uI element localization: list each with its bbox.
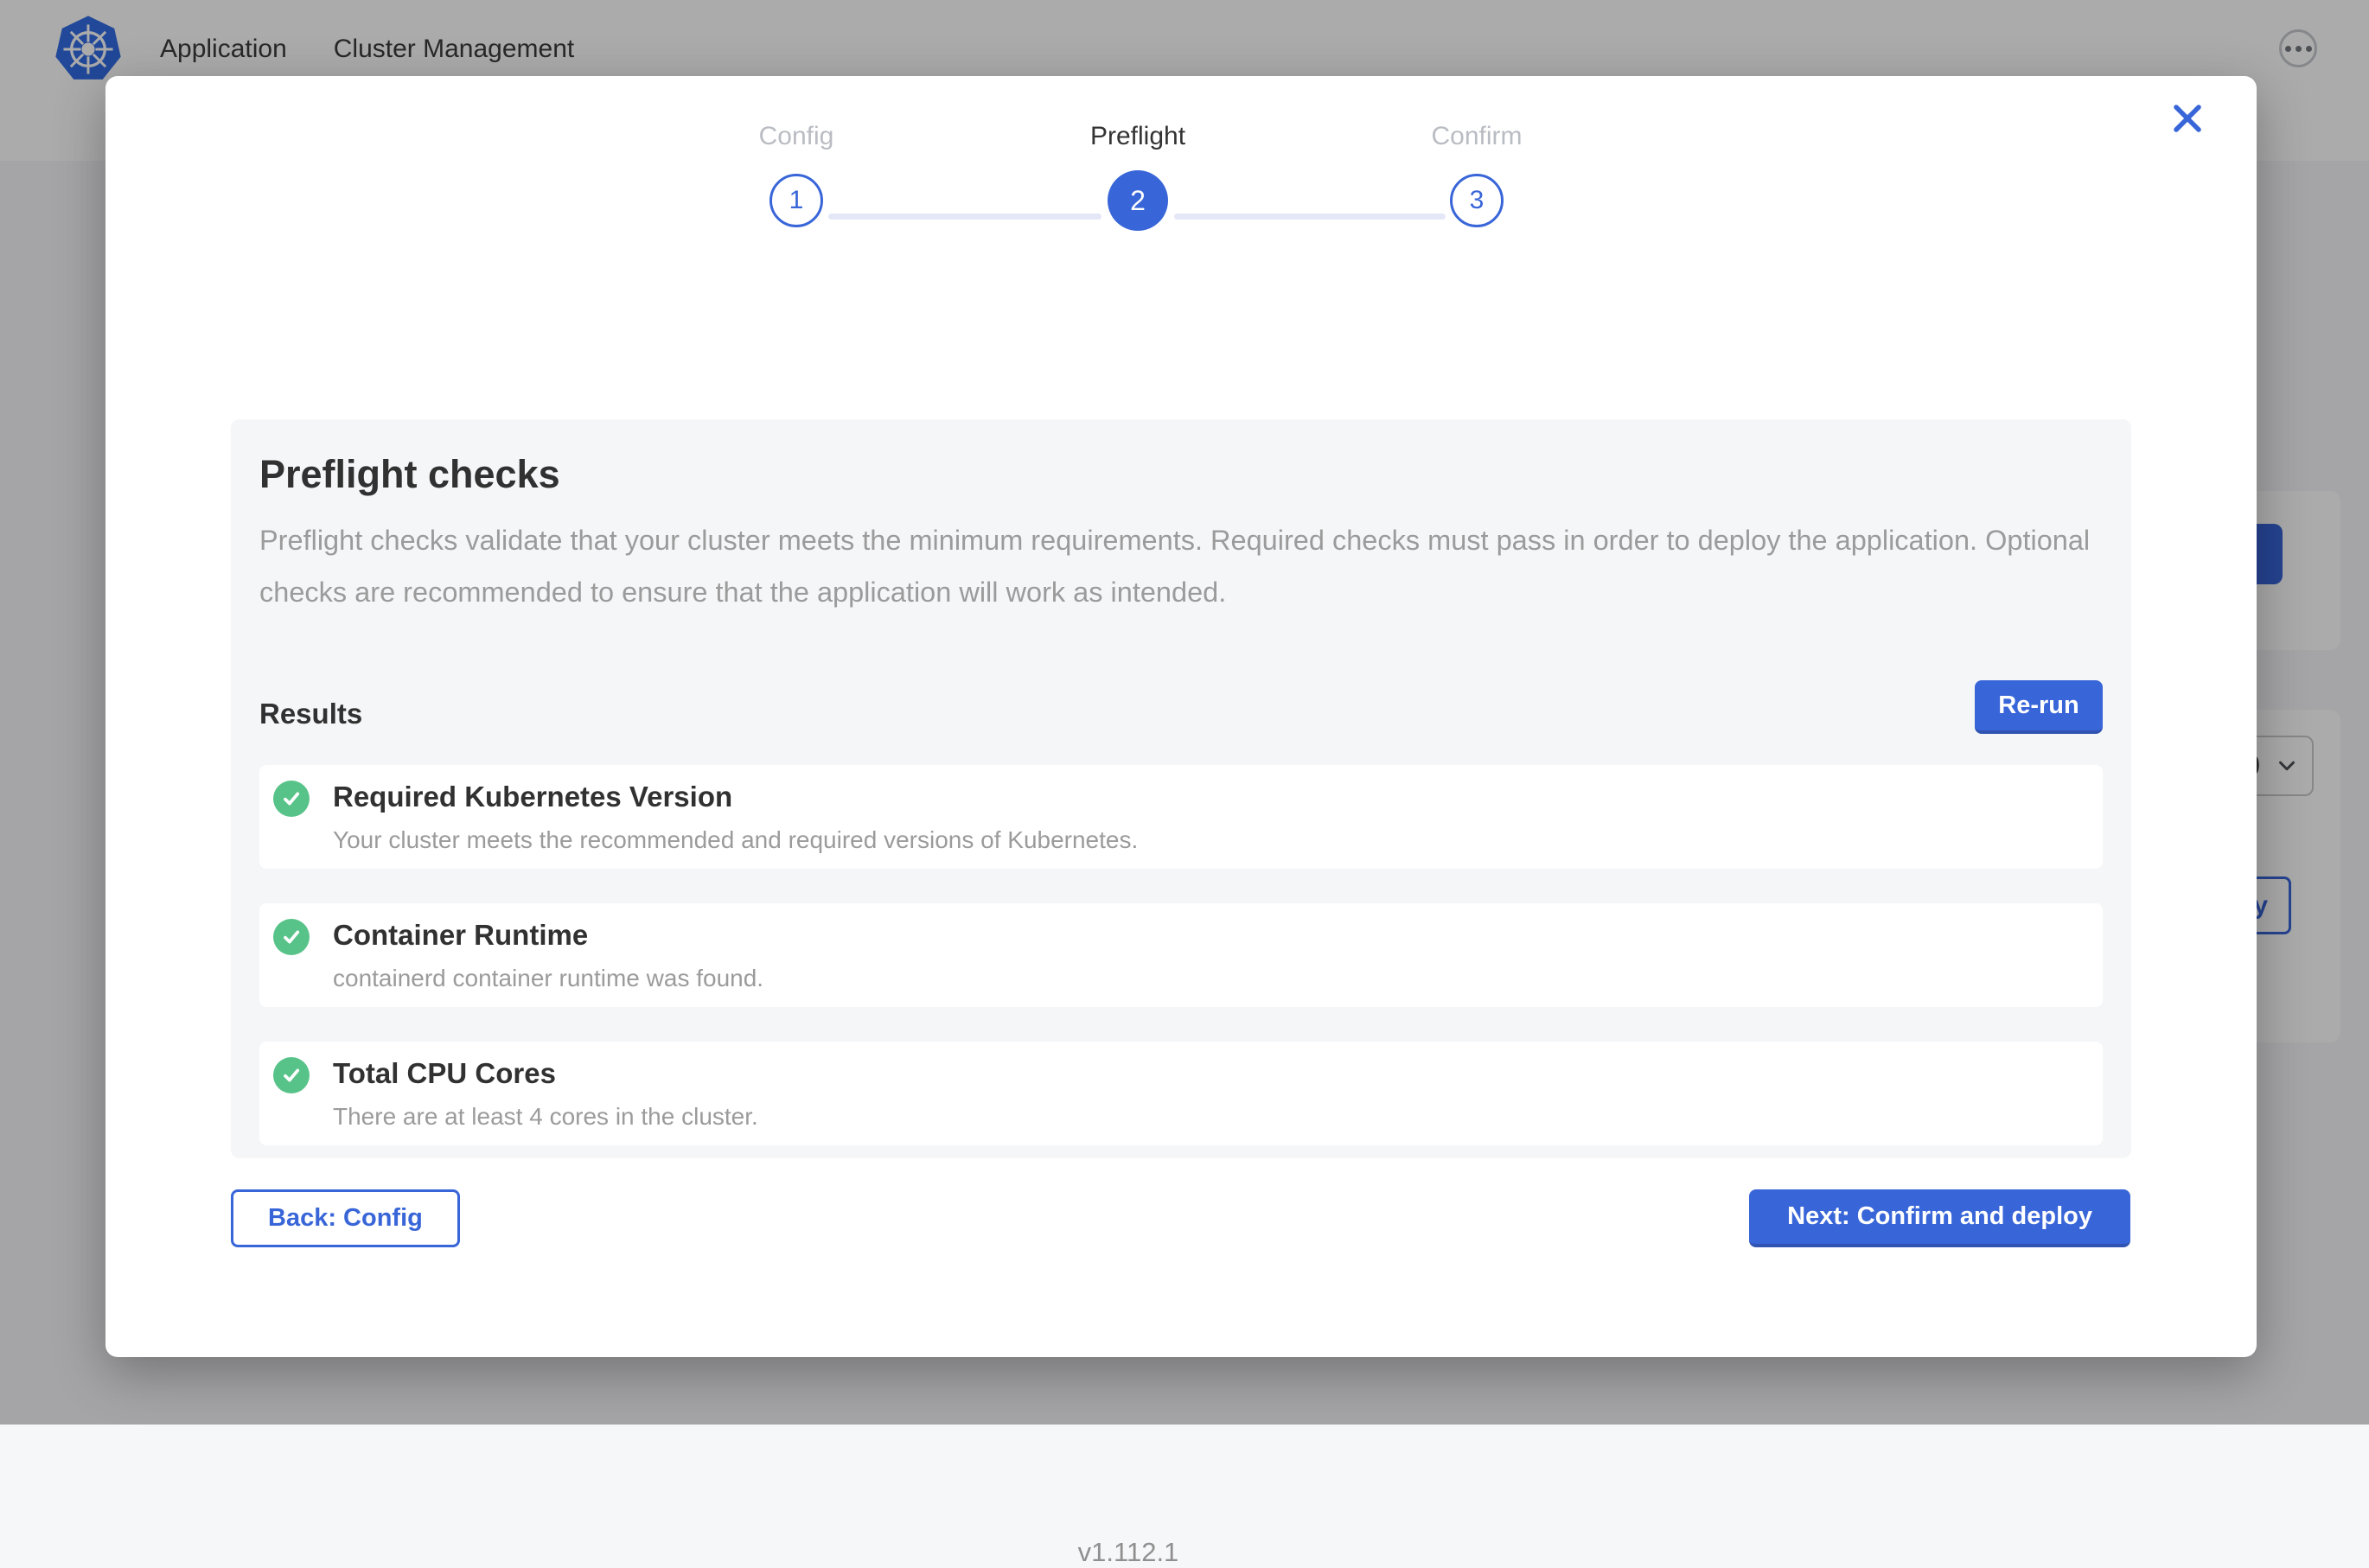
back-config-button[interactable]: Back: Config (231, 1189, 460, 1247)
step-label: Confirm (1347, 122, 1606, 162)
next-confirm-deploy-button[interactable]: Next: Confirm and deploy (1749, 1189, 2130, 1247)
results-header-row: Results Re-run (259, 680, 2103, 734)
check-title: Required Kubernetes Version (333, 779, 1138, 815)
close-icon[interactable] (2168, 99, 2207, 138)
check-passed-icon (273, 781, 310, 817)
preflight-panel: Preflight checks Preflight checks valida… (231, 419, 2131, 1158)
check-message: Your cluster meets the recommended and r… (333, 826, 1138, 854)
stepper-step-preflight[interactable]: Preflight 2 (1008, 122, 1268, 231)
step-label: Config (667, 122, 926, 162)
step-label: Preflight (1008, 122, 1268, 162)
preflight-description: Preflight checks validate that your clus… (259, 514, 2103, 618)
check-results-list: Required Kubernetes Version Your cluster… (259, 765, 2103, 1145)
check-title: Container Runtime (333, 917, 763, 953)
check-passed-icon (273, 1057, 310, 1093)
app-version-text: v1.112.1 (0, 1537, 2257, 1568)
step-number-circle: 3 (1450, 174, 1504, 227)
rerun-button[interactable]: Re-run (1975, 680, 2103, 734)
check-passed-icon (273, 919, 310, 955)
results-label: Results (259, 698, 362, 734)
check-message: containerd container runtime was found. (333, 965, 763, 992)
step-number-circle: 2 (1108, 170, 1168, 231)
check-result-item: Required Kubernetes Version Your cluster… (259, 765, 2103, 869)
modal-footer: Back: Config Next: Confirm and deploy (231, 1189, 2130, 1247)
check-title: Total CPU Cores (333, 1055, 758, 1092)
check-result-item: Container Runtime containerd container r… (259, 903, 2103, 1007)
preflight-modal: Config 1 Preflight 2 Confirm 3 Preflight… (105, 76, 2257, 1357)
step-number-circle: 1 (769, 174, 823, 227)
stepper-step-config[interactable]: Config 1 (667, 122, 926, 227)
check-message: There are at least 4 cores in the cluste… (333, 1103, 758, 1131)
check-result-item: Total CPU Cores There are at least 4 cor… (259, 1042, 2103, 1145)
stepper-step-confirm[interactable]: Confirm 3 (1347, 122, 1606, 227)
page-title: Preflight checks (259, 452, 2103, 497)
